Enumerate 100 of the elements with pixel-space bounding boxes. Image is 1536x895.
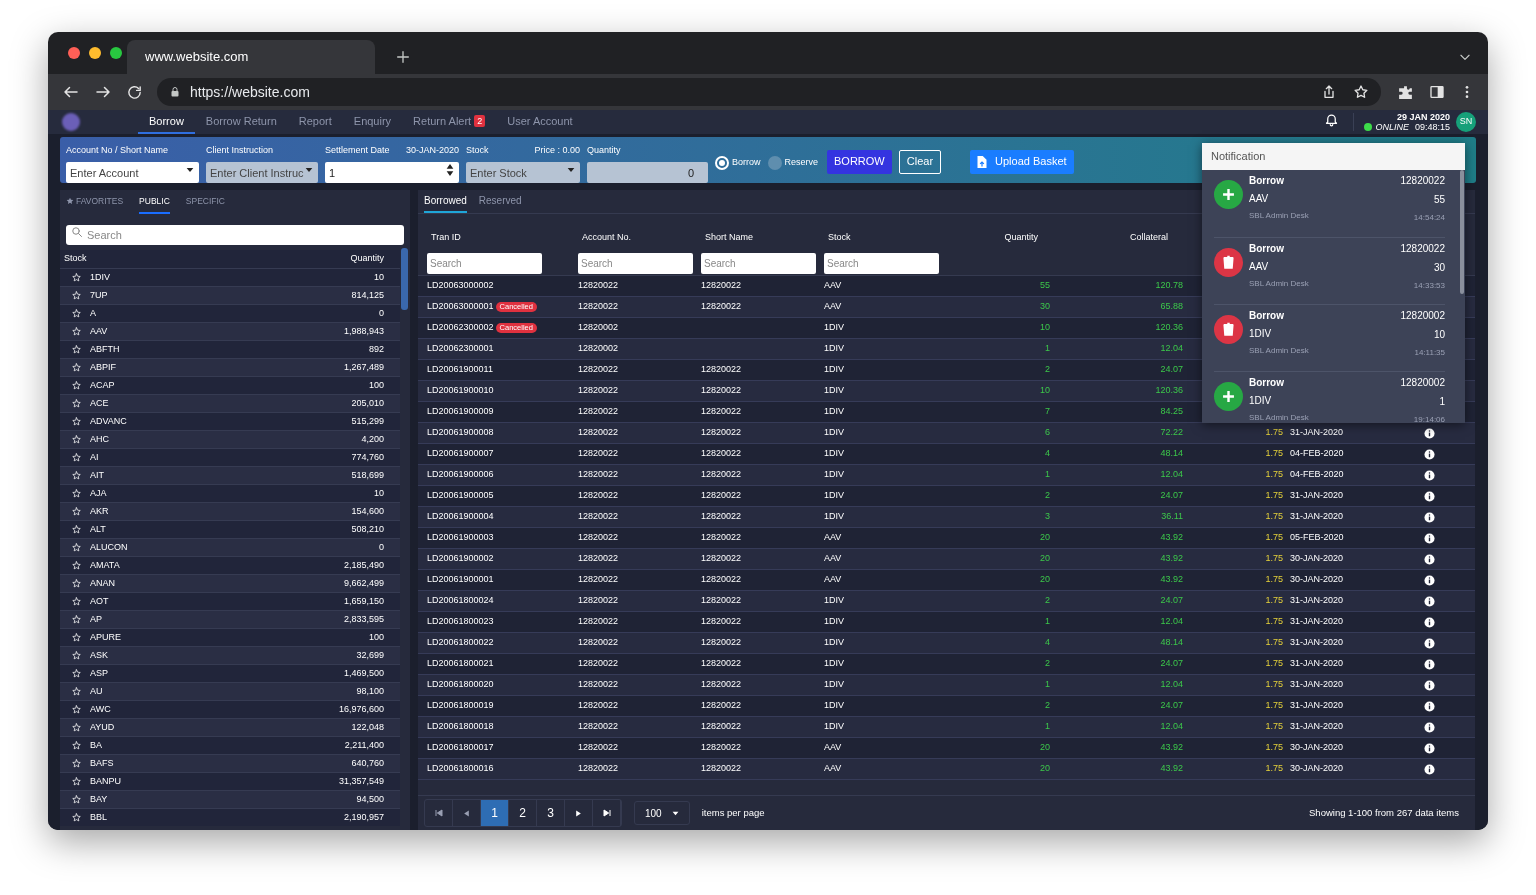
info-icon[interactable] <box>1424 574 1435 586</box>
nav-tab[interactable]: User Account <box>496 110 584 134</box>
star-icon[interactable] <box>1353 84 1369 100</box>
star-icon[interactable] <box>72 417 81 426</box>
info-icon[interactable] <box>1424 595 1435 607</box>
table-cell-text: 12820022 <box>701 678 743 692</box>
table-cell-text: 04-FEB-2020 <box>1289 447 1345 461</box>
share-icon[interactable] <box>1321 84 1337 100</box>
upload-button[interactable]: Upload Basket <box>970 149 1074 174</box>
star-icon[interactable] <box>72 489 81 498</box>
table-cell-text: 1 <box>1044 468 1051 482</box>
info-icon[interactable] <box>1424 742 1435 754</box>
table-cell-text: 43.92 <box>1159 762 1184 776</box>
table-cell-text: 120.36 <box>1154 321 1184 335</box>
star-icon[interactable] <box>72 741 81 750</box>
nav-tab[interactable]: Enquiry <box>342 110 403 134</box>
star-icon[interactable] <box>72 615 81 624</box>
star-icon[interactable] <box>72 363 81 372</box>
star-icon[interactable] <box>72 507 81 516</box>
status-text: ONLINE <box>1375 122 1409 132</box>
star-icon[interactable] <box>72 291 81 300</box>
star-icon[interactable] <box>72 723 81 732</box>
star-icon[interactable] <box>72 525 81 534</box>
panel-tab[interactable]: FAVORITES <box>66 190 124 214</box>
page-button[interactable]: 3 <box>537 800 565 826</box>
star-icon[interactable] <box>72 435 81 444</box>
sidebar-icon[interactable] <box>1429 84 1445 100</box>
table-cell-text: 12820022 <box>578 489 620 503</box>
info-icon[interactable] <box>1424 532 1435 544</box>
star-icon[interactable] <box>72 669 81 678</box>
star-icon[interactable] <box>72 327 81 336</box>
table-tab[interactable]: Reserved <box>478 190 522 213</box>
info-icon[interactable] <box>1424 448 1435 460</box>
radio-option[interactable]: Borrow <box>715 155 761 170</box>
scrollbar[interactable] <box>401 248 408 310</box>
star-icon[interactable] <box>72 453 81 462</box>
info-icon[interactable] <box>1424 700 1435 712</box>
nav-tab[interactable]: Return Alert 2 <box>402 110 497 134</box>
info-icon[interactable] <box>1424 490 1435 502</box>
panel-tab[interactable]: PUBLIC <box>139 190 170 214</box>
page-button[interactable]: 1 <box>481 800 509 826</box>
info-icon[interactable] <box>1424 427 1435 439</box>
borrow-button[interactable]: BORROW <box>827 149 892 174</box>
star-icon[interactable] <box>72 651 81 660</box>
info-icon[interactable] <box>1424 763 1435 775</box>
bell-icon[interactable] <box>1324 112 1340 127</box>
radio-option[interactable]: Reserve <box>767 155 819 170</box>
dropdown-field[interactable]: Enter Account <box>66 162 199 184</box>
star-icon[interactable] <box>72 795 81 804</box>
stock-quantity: 1,469,500 <box>343 666 384 680</box>
extensions-icon[interactable] <box>1397 83 1414 101</box>
star-icon[interactable] <box>72 813 81 822</box>
user-avatar[interactable]: SN <box>1456 112 1476 132</box>
star-icon[interactable] <box>72 759 81 768</box>
star-icon[interactable] <box>72 543 81 552</box>
star-icon[interactable] <box>72 597 81 606</box>
nav-tab[interactable]: Borrow Return <box>194 110 288 134</box>
reload-icon[interactable] <box>126 83 143 101</box>
info-icon[interactable] <box>1424 637 1435 649</box>
panel-tab[interactable]: SPECIFIC <box>185 190 225 214</box>
info-icon[interactable] <box>1424 616 1435 628</box>
star-icon[interactable] <box>72 345 81 354</box>
star-icon[interactable] <box>72 687 81 696</box>
star-icon[interactable] <box>72 381 81 390</box>
star-icon[interactable] <box>72 705 81 714</box>
info-icon[interactable] <box>1424 553 1435 565</box>
filter-field[interactable]: Search <box>578 253 693 274</box>
scrollbar[interactable] <box>1460 170 1464 294</box>
star-icon[interactable] <box>72 309 81 318</box>
filter-field[interactable]: Search <box>427 253 542 274</box>
nav-tab[interactable]: Report <box>287 110 343 134</box>
info-icon[interactable] <box>1424 721 1435 733</box>
star-icon[interactable] <box>72 399 81 408</box>
close-window-button[interactable] <box>68 47 80 59</box>
spinner-field[interactable]: 1 <box>325 162 459 184</box>
new-tab-icon[interactable] <box>395 49 411 65</box>
star-icon[interactable] <box>72 579 81 588</box>
address-bar[interactable]: https://website.com <box>157 78 1381 106</box>
filter-field[interactable]: Search <box>824 253 939 274</box>
star-icon[interactable] <box>72 471 81 480</box>
star-icon[interactable] <box>72 561 81 570</box>
info-icon[interactable] <box>1424 679 1435 691</box>
clear-button[interactable]: Clear <box>898 149 942 174</box>
minimize-window-button[interactable] <box>89 47 101 59</box>
info-icon[interactable] <box>1424 511 1435 523</box>
stock-quantity: 640,760 <box>351 756 384 770</box>
star-icon[interactable] <box>72 273 81 282</box>
search-field[interactable]: Search <box>66 225 404 245</box>
page-size-dropdown[interactable]: 100 <box>634 801 690 825</box>
browser-tab[interactable]: www.website.com <box>127 40 375 74</box>
star-icon[interactable] <box>72 777 81 786</box>
filter-field[interactable]: Search <box>701 253 816 274</box>
star-icon[interactable] <box>72 633 81 642</box>
info-icon[interactable] <box>1424 469 1435 481</box>
table-tab[interactable]: Borrowed <box>424 190 467 213</box>
column-header: Stock <box>827 231 852 245</box>
nav-tab[interactable]: Borrow <box>138 110 195 134</box>
page-button[interactable]: 2 <box>509 800 537 826</box>
info-icon[interactable] <box>1424 658 1435 670</box>
maximize-window-button[interactable] <box>110 47 122 59</box>
